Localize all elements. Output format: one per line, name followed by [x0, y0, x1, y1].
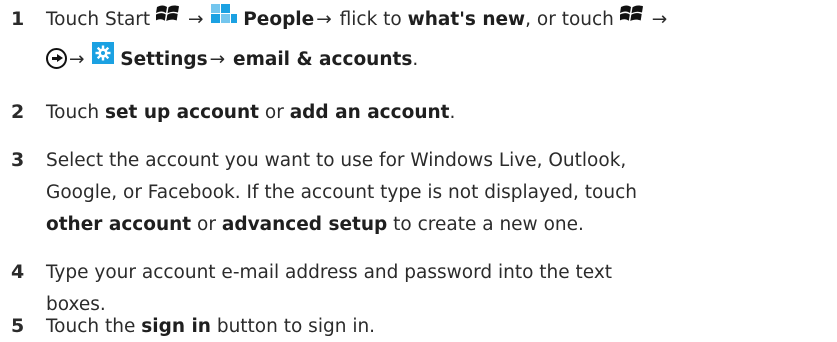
set-up-account-label: set up account [104, 102, 259, 123]
step-text-line: Select the account you want to use for W… [46, 150, 627, 171]
step-text-fragment: flick to [333, 9, 408, 30]
arrow-glyph: → [209, 49, 226, 70]
sign-in-label: sign in [141, 316, 211, 337]
step-text: Touch Start → People → flick to what's n… [46, 4, 836, 36]
step-text-line: Type your account e-mail address and pas… [46, 262, 613, 283]
step-text-fragment: button to sign in. [210, 316, 376, 337]
step-text: other account or advanced setup to creat… [46, 209, 836, 240]
step-text: Touch set up account or add an account. [46, 97, 836, 128]
step-text-fragment: Touch the [46, 316, 142, 337]
step-text-fragment: Touch Start [46, 9, 151, 30]
settings-tile-icon [92, 42, 115, 74]
step-number: 3 [11, 149, 25, 171]
people-label: People [243, 9, 315, 30]
step-text-fragment: , or touch [525, 9, 614, 30]
arrow-glyph: → [187, 9, 204, 30]
people-tile-icon [211, 2, 238, 34]
arrow-glyph: → [69, 49, 85, 70]
email-accounts-label: email & accounts [233, 49, 413, 70]
step-text: → Settings → email & accounts. [46, 42, 836, 76]
step-text-fragment: Touch [46, 102, 105, 123]
add-an-account-label: add an account [289, 102, 450, 123]
advanced-setup-label: advanced setup [221, 214, 388, 235]
settings-label: Settings [120, 49, 208, 70]
step-number: 5 [11, 315, 25, 337]
whats-new-label: what's new [407, 9, 526, 30]
windows-logo-icon [618, 3, 644, 34]
other-account-label: other account [46, 214, 192, 235]
arrow-circle-icon [46, 47, 67, 69]
step-number: 1 [11, 8, 25, 30]
arrow-glyph: → [316, 9, 332, 30]
step-text-fragment: or [259, 102, 290, 123]
step-text-fragment: . [412, 49, 419, 70]
windows-logo-icon [155, 3, 180, 34]
step-text-fragment: to create a new one. [387, 214, 584, 235]
step-text-fragment: or [191, 214, 222, 235]
step-text-fragment: . [449, 102, 456, 123]
step-number: 4 [11, 261, 25, 283]
steps-list: 1 Touch Start → People → flick to what's… [0, 0, 837, 342]
step-number: 2 [11, 101, 25, 123]
step-text-line: Google, or Facebook. If the account type… [46, 182, 637, 203]
arrow-glyph: → [651, 9, 668, 30]
step-text: Touch the sign in button to sign in. [46, 311, 836, 342]
